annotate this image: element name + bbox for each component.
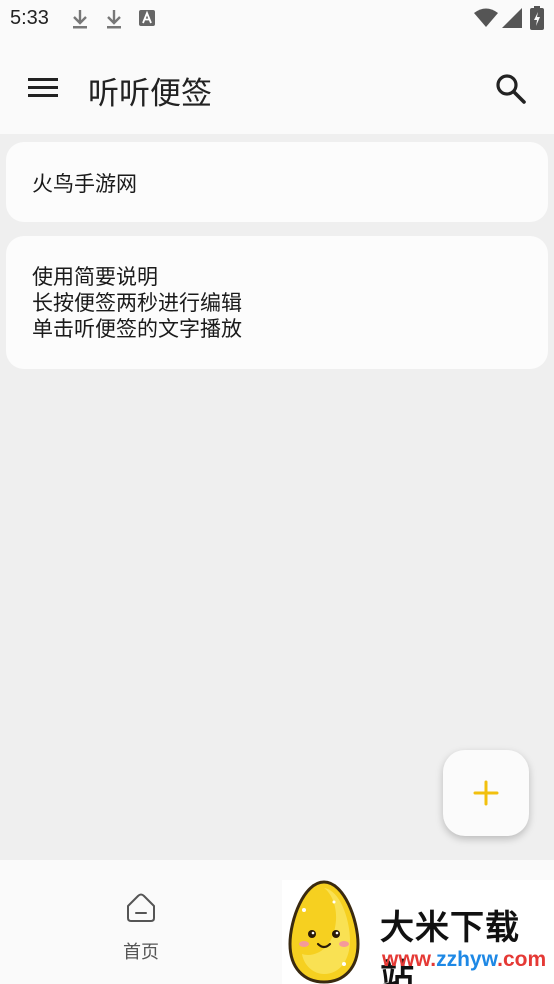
note-card[interactable]: 火鸟手游网 [6,142,548,222]
nav-item-home[interactable]: 首页 [96,886,186,966]
search-icon [496,74,526,104]
menu-icon [28,78,58,97]
status-bar: 5:33 [0,0,554,38]
app-bar: 听听便签 [0,38,554,134]
note-text-line: 单击听便签的文字播放 [32,317,242,341]
battery-charging-icon [530,6,544,30]
watermark-url-suffix: .com [497,948,547,971]
mascot-icon [288,880,360,984]
status-time: 5:33 [10,7,49,29]
menu-button[interactable] [22,68,64,108]
watermark: 大米下载站 www.zzhyw.com [282,880,554,984]
watermark-url-domain: zzhyw [436,948,498,971]
add-note-button[interactable] [443,750,529,836]
app-title: 听听便签 [88,76,212,112]
note-text-line: 使用简要说明 [32,265,158,289]
search-button[interactable] [490,68,532,110]
watermark-url-prefix: www. [382,948,437,971]
note-text-line: 长按便签两秒进行编辑 [32,291,242,315]
download-icon [107,10,121,29]
note-card[interactable]: 使用简要说明 长按便签两秒进行编辑 单击听便签的文字播放 [6,236,548,369]
signal-icon [502,8,522,28]
download-icon [73,10,87,29]
wifi-icon [474,8,498,27]
home-icon [127,893,155,922]
plus-icon [473,780,499,806]
text-a-icon [139,10,155,26]
nav-item-home-label: 首页 [123,942,159,963]
watermark-url: www.zzhyw.com [382,948,546,972]
note-text-line: 火鸟手游网 [32,172,137,196]
